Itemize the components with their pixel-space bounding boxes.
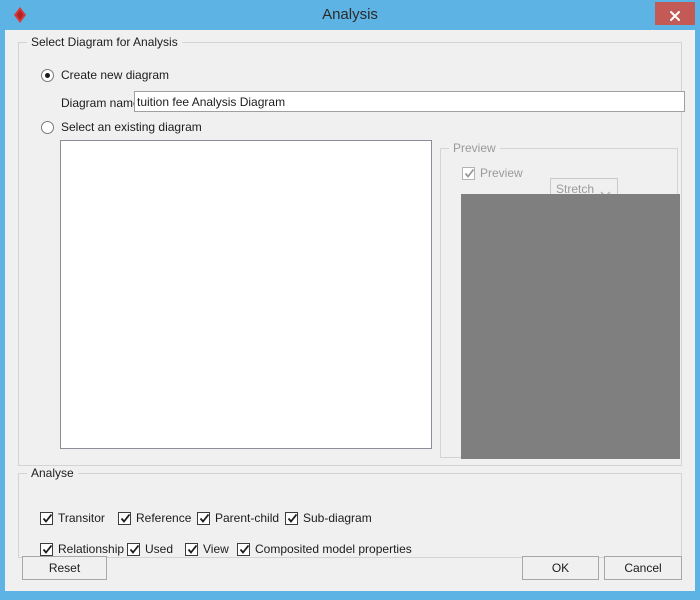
ok-button[interactable]: OK	[522, 556, 599, 580]
checkbox-transitor-box[interactable]	[40, 511, 53, 525]
checkbox-relationship-label: Relationship	[58, 542, 125, 556]
radio-existing-label: Select an existing diagram	[61, 120, 202, 134]
checkbox-composited-model-properties-box[interactable]	[237, 542, 250, 556]
preview-checkbox[interactable]	[462, 166, 475, 180]
preview-checkbox-row[interactable]: Preview Stretch	[462, 166, 618, 200]
radio-select-existing-diagram[interactable]: Select an existing diagram	[41, 120, 202, 134]
checkbox-parent-child-label: Parent-child	[215, 511, 280, 525]
checkbox-sub-diagram-label: Sub-diagram	[303, 511, 372, 525]
checkbox-view-box[interactable]	[185, 542, 198, 556]
preview-group: Preview Preview Stretch	[440, 141, 680, 459]
dialog-client-area: Select Diagram for Analysis Create new d…	[5, 30, 695, 591]
diagram-name-input[interactable]	[134, 91, 685, 112]
radio-create-new-diagram[interactable]: Create new diagram	[41, 68, 169, 82]
checkbox-relationship-box[interactable]	[40, 542, 53, 556]
radio-indicator-existing[interactable]	[41, 120, 54, 134]
checkbox-parent-child-box[interactable]	[197, 511, 210, 525]
checkbox-relationship[interactable]: Relationship	[40, 542, 124, 556]
close-icon[interactable]	[655, 2, 695, 25]
checkbox-reference-label: Reference	[136, 511, 192, 525]
diagram-name-label: Diagram name:	[61, 96, 144, 110]
reset-button[interactable]: Reset	[22, 556, 107, 580]
analyse-group: Analyse Transitor Reference Parent-child	[18, 466, 682, 558]
checkbox-reference[interactable]: Reference	[118, 511, 191, 525]
checkbox-transitor-label: Transitor	[58, 511, 105, 525]
checkbox-used-label: Used	[145, 542, 174, 556]
checkbox-transitor[interactable]: Transitor	[40, 511, 105, 525]
radio-indicator-create[interactable]	[41, 68, 54, 82]
preview-group-title: Preview	[449, 141, 500, 155]
select-diagram-group: Select Diagram for Analysis Create new d…	[18, 35, 685, 466]
checkbox-sub-diagram[interactable]: Sub-diagram	[285, 511, 372, 525]
preview-checkbox-label: Preview	[480, 166, 523, 180]
checkbox-composited-model-properties-label: Composited model properties	[255, 542, 412, 556]
radio-create-label: Create new diagram	[61, 68, 170, 82]
window-title: Analysis	[322, 6, 378, 23]
checkbox-view[interactable]: View	[185, 542, 229, 556]
checkbox-used[interactable]: Used	[127, 542, 173, 556]
analyse-group-title: Analyse	[27, 466, 78, 480]
existing-diagram-list[interactable]	[60, 140, 432, 449]
titlebar: Analysis	[0, 0, 700, 30]
checkbox-parent-child[interactable]: Parent-child	[197, 511, 279, 525]
checkbox-view-label: View	[203, 542, 229, 556]
checkbox-used-box[interactable]	[127, 542, 140, 556]
checkbox-composited-model-properties[interactable]: Composited model properties	[237, 542, 412, 556]
analysis-dialog-window: Analysis Select Diagram for Analysis Cre…	[0, 0, 700, 600]
preview-image-area	[461, 194, 680, 459]
checkbox-sub-diagram-box[interactable]	[285, 511, 298, 525]
checkbox-reference-box[interactable]	[118, 511, 131, 525]
cancel-button[interactable]: Cancel	[604, 556, 682, 580]
select-diagram-group-title: Select Diagram for Analysis	[27, 35, 182, 49]
